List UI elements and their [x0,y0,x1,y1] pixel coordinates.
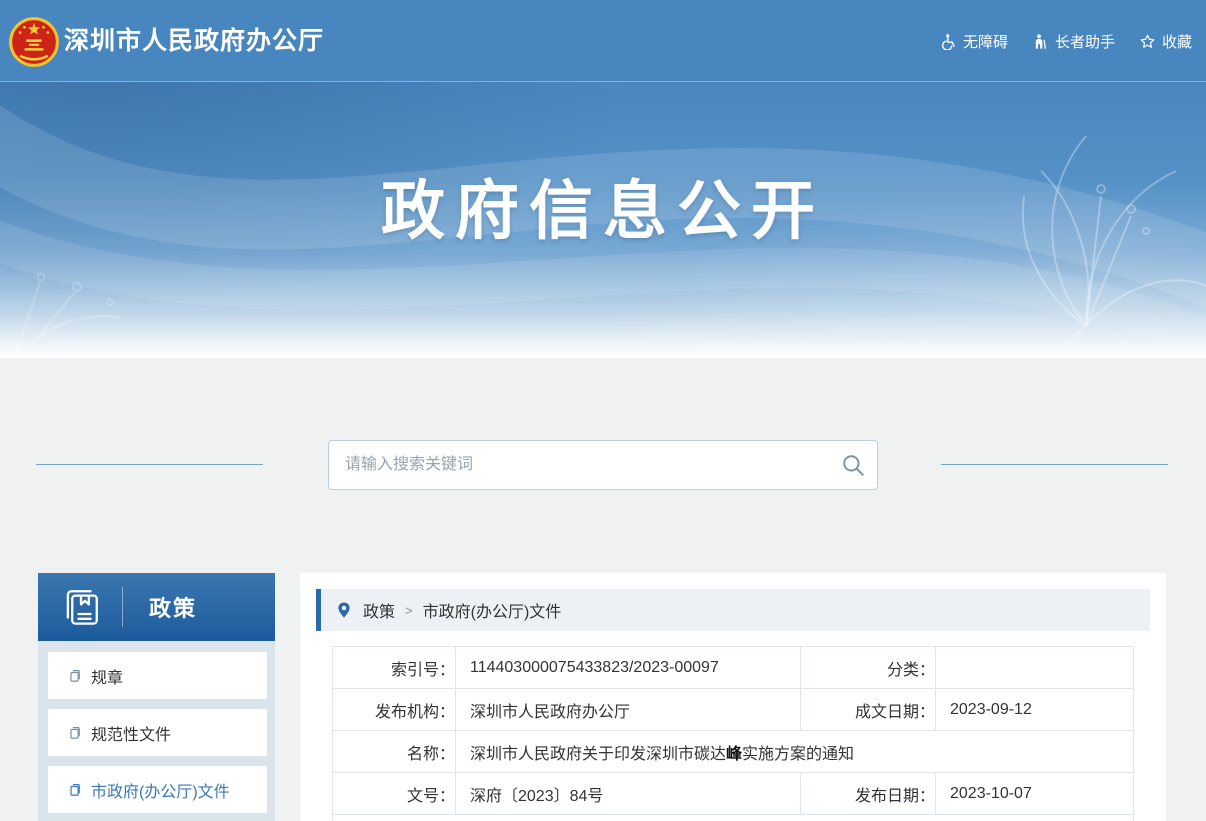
index-number-label: 索引号： [333,647,456,689]
document-title-label: 名称： [333,731,456,773]
favorite-link[interactable]: 收藏 [1139,31,1192,52]
sidebar-item-label: 规范性文件 [91,721,171,745]
book-icon [60,586,102,628]
right-divider-line [941,464,1168,465]
category-label: 分类： [801,647,936,689]
favorite-label: 收藏 [1162,31,1192,52]
sidebar-header-divider [122,587,123,627]
document-icon [68,668,83,683]
elder-assistant-link[interactable]: 长者助手 [1032,31,1115,52]
date-published-value: 2023-10-07 [936,773,1134,815]
breadcrumb-policy[interactable]: 政策 [363,598,395,622]
sidebar-items: 规章 规范性文件 [38,641,275,813]
national-emblem-logo [8,16,60,68]
breadcrumb-current[interactable]: 市政府(办公厅)文件 [423,598,562,622]
document-number-label: 文号： [333,773,456,815]
accessibility-label: 无障碍 [963,31,1008,52]
sidebar-item-regulations[interactable]: 规章 [48,652,267,699]
document-title-highlight: 峰 [726,746,742,763]
star-icon [1139,33,1156,50]
date-written-label: 成文日期： [801,689,936,731]
document-title-value: 深圳市人民政府关于印发深圳市碳达峰实施方案的通知 [456,731,1134,773]
document-title-prefix: 深圳市人民政府关于印发深圳市碳达 [470,746,726,763]
index-number-value: 114403000075433823/2023-00097 [456,647,801,689]
document-title-suffix: 实施方案的通知 [742,746,854,763]
main-layout: 政策 规章 [0,573,1206,821]
document-meta-table: 索引号： 114403000075433823/2023-00097 分类： 发… [332,646,1134,821]
table-row: 名称： 深圳市人民政府关于印发深圳市碳达峰实施方案的通知 [333,731,1134,773]
document-panel: 政策 > 市政府(办公厅)文件 索引号： 114403000075433823/… [300,573,1166,821]
page-title: 政府信息公开 [0,160,1206,252]
left-divider-line [36,464,263,465]
search-icon [840,452,866,478]
header-utility-links: 无障碍 长者助手 收藏 [940,0,1192,82]
sidebar-item-normative-documents[interactable]: 规范性文件 [48,709,267,756]
issuing-agency-label: 发布机构： [333,689,456,731]
elder-assistant-label: 长者助手 [1055,31,1115,52]
issuing-agency-value: 深圳市人民政府办公厅 [456,689,801,731]
table-row: 索引号： 114403000075433823/2023-00097 分类： [333,647,1134,689]
search-section [0,440,1206,490]
site-title-link[interactable]: 深圳市人民政府办公厅 [64,0,324,82]
accessibility-icon [940,33,957,50]
document-icon [68,782,83,797]
search-button[interactable] [839,452,867,480]
sidebar-item-label: 市政府(办公厅)文件 [91,778,230,802]
category-value [936,647,1134,689]
sidebar-header: 政策 [38,573,275,641]
hero-banner: 政府信息公开 [0,82,1206,358]
search-input[interactable] [329,441,877,489]
table-row: 文号： 深府〔2023〕84号 发布日期： 2023-10-07 [333,773,1134,815]
content-area: 政策 规章 [0,358,1206,821]
search-box [328,440,878,490]
sidebar-header-title: 政策 [149,591,197,623]
document-icon [68,725,83,740]
document-number-value: 深府〔2023〕84号 [456,773,801,815]
table-row-partial [333,815,1134,821]
policy-sidebar: 政策 规章 [38,573,275,821]
elder-assistant-icon [1032,33,1049,50]
breadcrumb-separator: > [405,603,413,618]
date-published-label: 发布日期： [801,773,936,815]
breadcrumb: 政策 > 市政府(办公厅)文件 [316,589,1150,631]
table-row: 发布机构： 深圳市人民政府办公厅 成文日期： 2023-09-12 [333,689,1134,731]
sidebar-item-label: 规章 [91,664,123,688]
date-written-value: 2023-09-12 [936,689,1134,731]
site-header: 深圳市人民政府办公厅 无障碍 长者助手 收藏 [0,0,1206,82]
location-pin-icon [335,601,353,619]
sidebar-item-municipal-documents[interactable]: 市政府(办公厅)文件 [48,766,267,813]
accessibility-link[interactable]: 无障碍 [940,31,1008,52]
table-row-partial-cell [333,815,1134,821]
